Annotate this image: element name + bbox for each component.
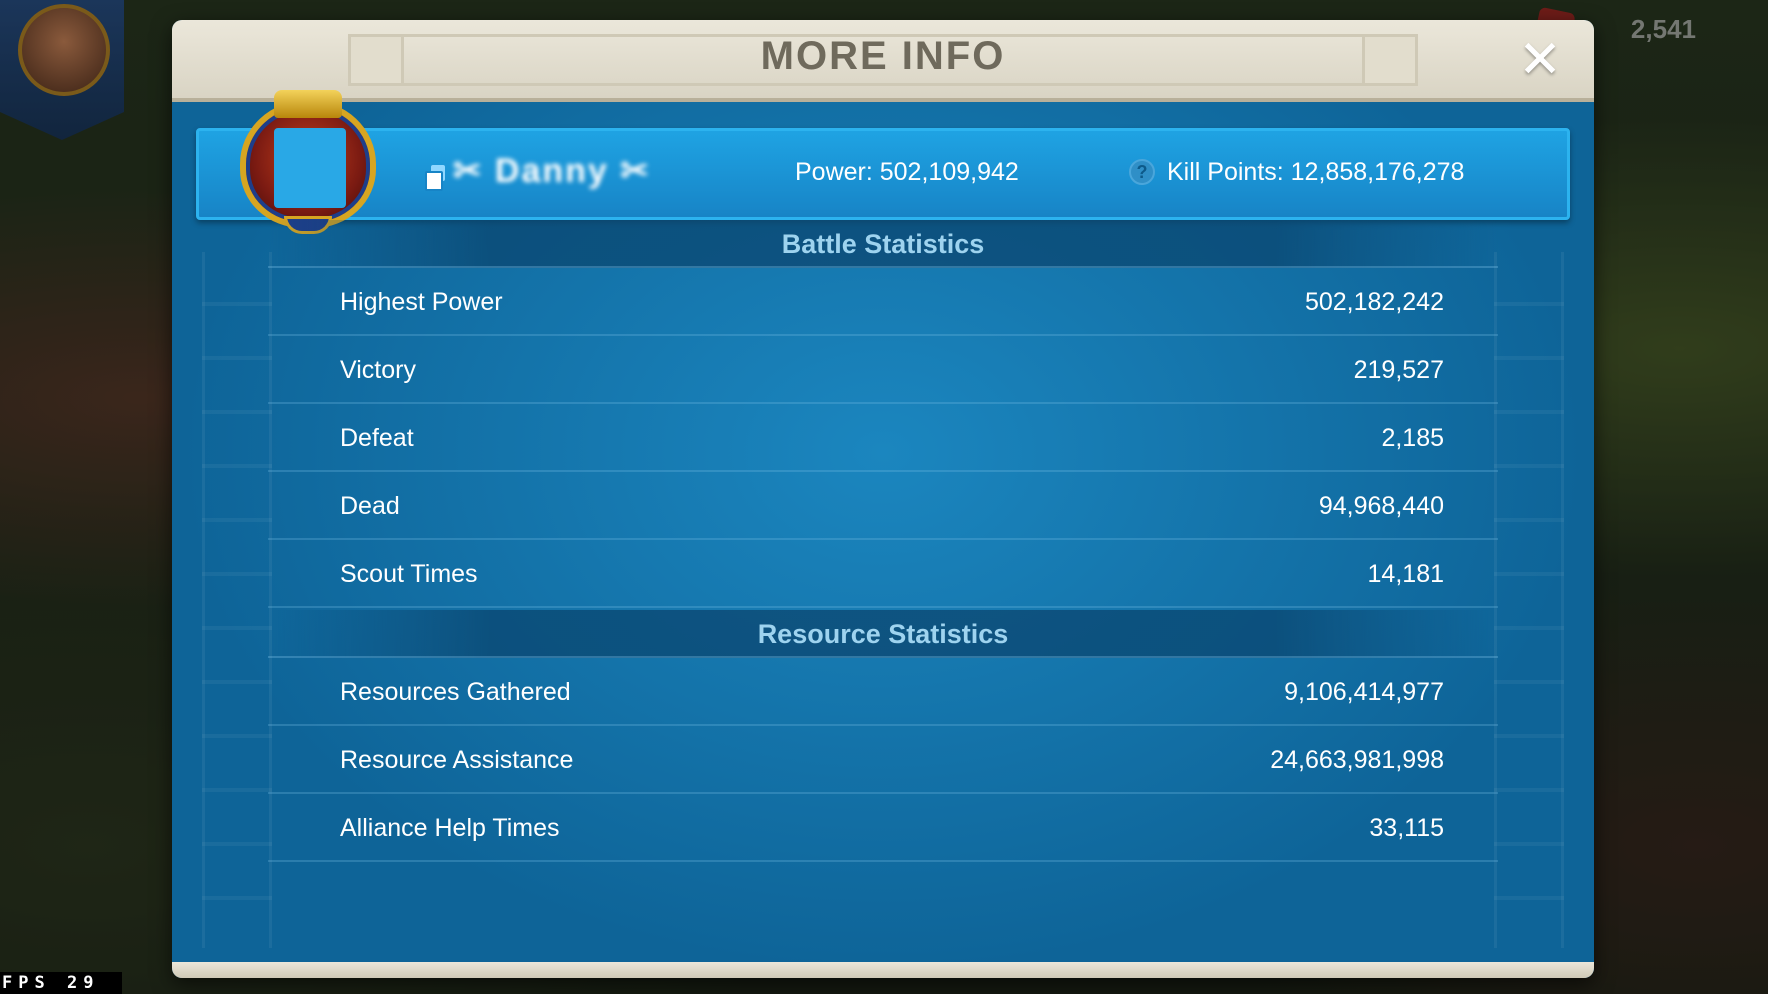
fps-counter: FPS 29	[0, 972, 122, 994]
stat-label: Alliance Help Times	[340, 814, 560, 842]
stat-label: Resources Gathered	[340, 678, 571, 706]
side-pattern-left	[202, 252, 272, 948]
player-power: Power: 502,109,942	[795, 158, 1019, 186]
stat-row-highest-power: Highest Power 502,182,242	[268, 268, 1498, 336]
stat-row-resources-gathered: Resources Gathered 9,106,414,977	[268, 658, 1498, 726]
stat-value: 33,115	[1369, 814, 1444, 842]
stat-row-dead: Dead 94,968,440	[268, 472, 1498, 540]
stat-label: Resource Assistance	[340, 746, 574, 774]
stat-value: 94,968,440	[1318, 492, 1444, 520]
civilization-crest	[234, 90, 382, 234]
player-avatar[interactable]	[18, 4, 110, 96]
player-kill-points: Kill Points: 12,858,176,278	[1167, 158, 1465, 186]
stat-label: Scout Times	[340, 560, 478, 588]
modal-bottom-bar	[172, 962, 1594, 978]
close-icon: ✕	[1518, 30, 1562, 90]
more-info-modal: MORE INFO ✕ ✂ Danny ✂ Power: 502,109,942…	[172, 20, 1594, 978]
stat-row-scout-times: Scout Times 14,181	[268, 540, 1498, 608]
stat-label: Highest Power	[340, 288, 503, 316]
fps-value: 29	[66, 973, 100, 993]
help-icon[interactable]: ?	[1129, 159, 1155, 185]
gem-count: 2,541	[1630, 14, 1696, 44]
stat-label: Victory	[340, 356, 416, 384]
player-banner: ✂ Danny ✂ Power: 502,109,942 ? Kill Poin…	[196, 128, 1570, 220]
crest-crown-icon	[274, 90, 342, 118]
stat-label: Dead	[340, 492, 400, 520]
stat-label: Defeat	[340, 424, 414, 452]
fps-label: FPS	[2, 973, 51, 993]
stat-row-victory: Victory 219,527	[268, 336, 1498, 404]
stat-value: 502,182,242	[1304, 288, 1444, 316]
player-name: ✂ Danny ✂	[453, 152, 651, 190]
stat-value: 9,106,414,977	[1284, 678, 1444, 706]
stat-row-defeat: Defeat 2,185	[268, 404, 1498, 472]
stat-row-resource-assistance: Resource Assistance 24,663,981,998	[268, 726, 1498, 794]
battle-statistics-header: Battle Statistics	[268, 220, 1498, 268]
resource-statistics-header: Resource Statistics	[268, 610, 1498, 658]
stat-value: 24,663,981,998	[1270, 746, 1444, 774]
stat-value: 2,185	[1381, 424, 1444, 452]
copy-icon[interactable]	[425, 165, 445, 191]
modal-header: MORE INFO ✕	[172, 20, 1594, 102]
player-portrait[interactable]	[274, 128, 346, 208]
side-pattern-right	[1494, 252, 1564, 948]
stat-value: 14,181	[1367, 560, 1444, 588]
modal-title: MORE INFO	[760, 34, 1006, 78]
stat-row-alliance-help-times: Alliance Help Times 33,115	[268, 794, 1498, 862]
close-button[interactable]: ✕	[1514, 34, 1566, 86]
stat-value: 219,527	[1353, 356, 1444, 384]
